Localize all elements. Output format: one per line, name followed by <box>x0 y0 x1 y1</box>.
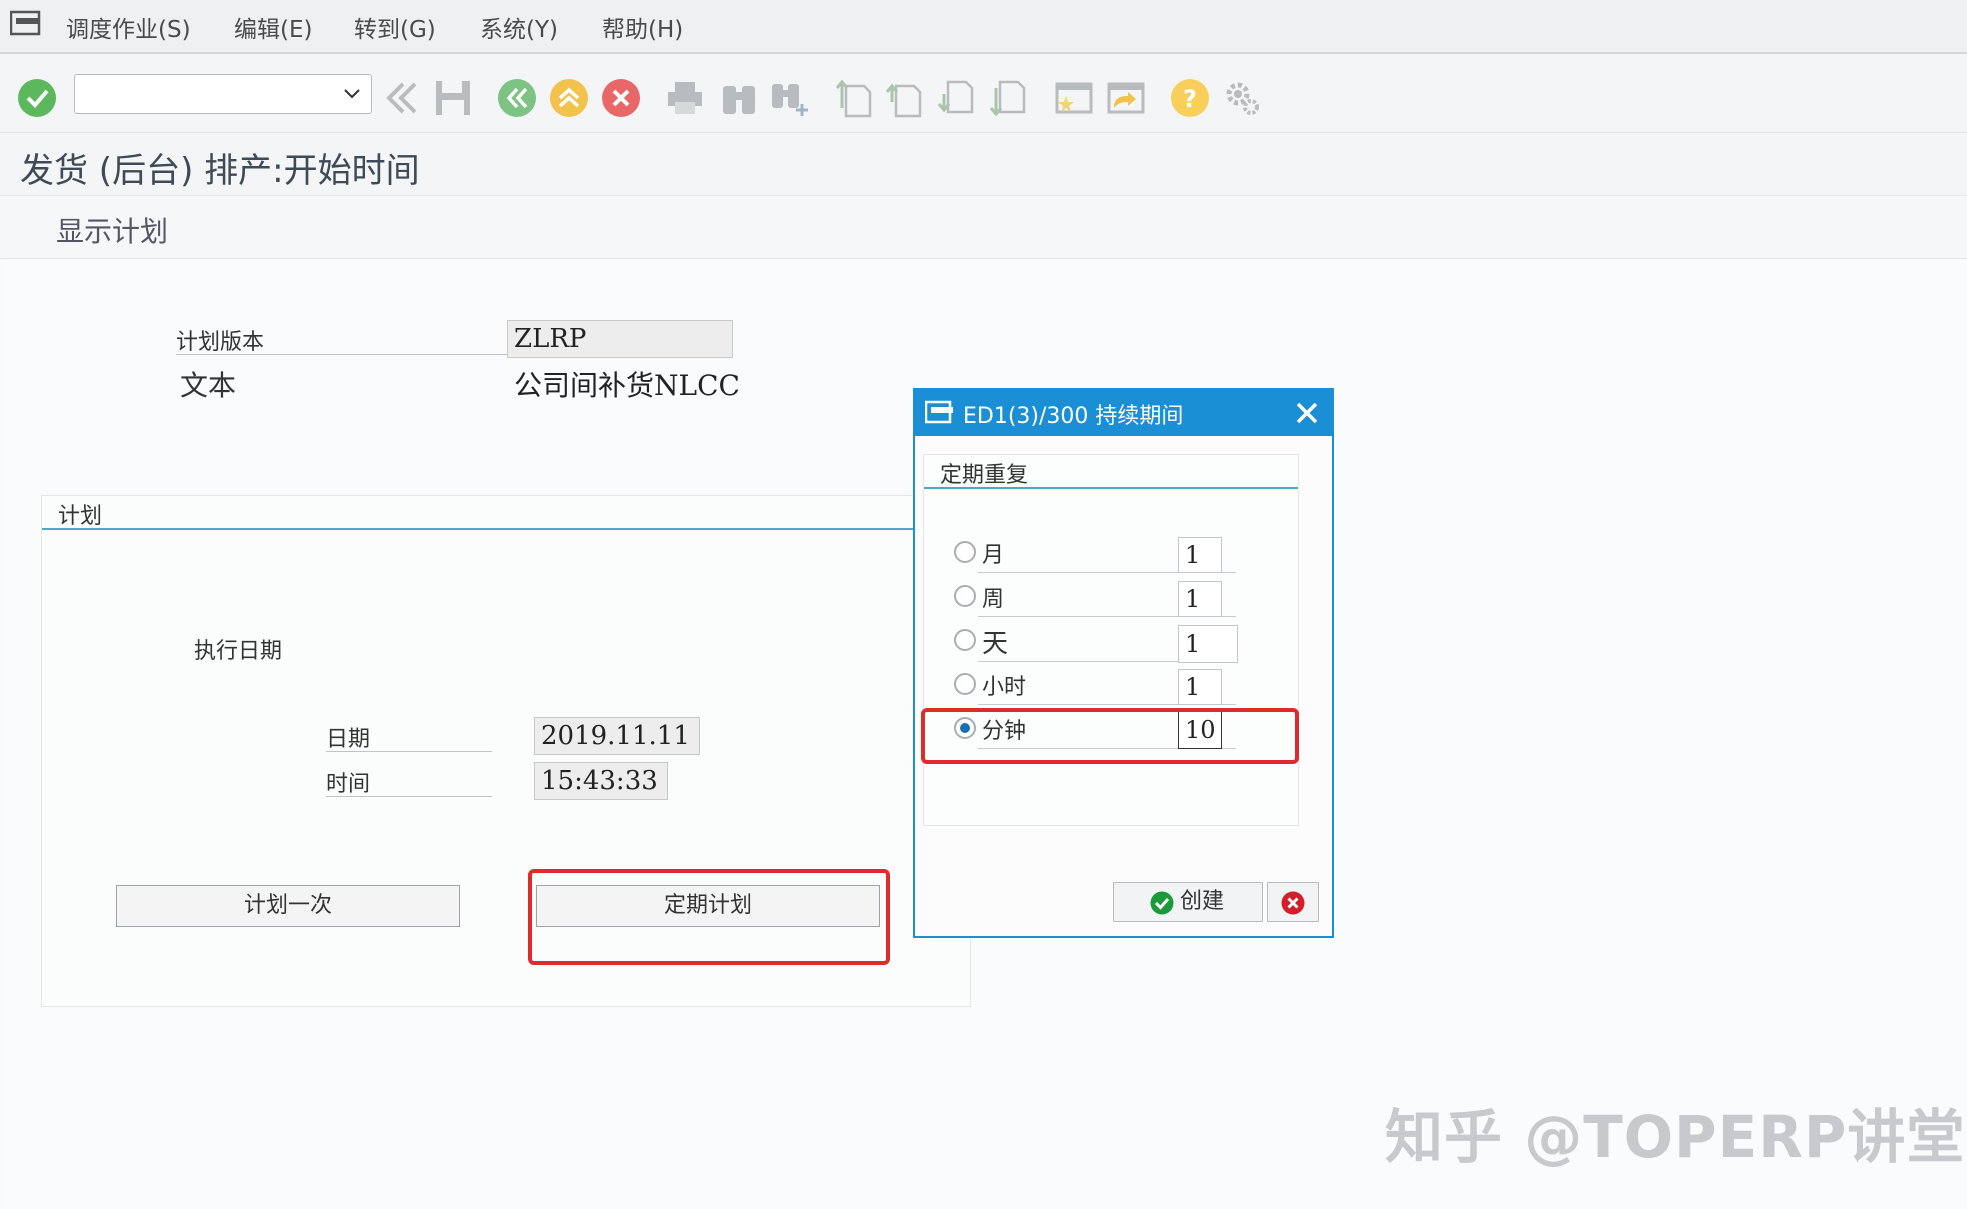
duration-dialog: ED1(3)/300 持续期间 定期重复 月 1 周 1 天 1 小时 1 分钟… <box>913 388 1334 938</box>
text-value: 公司间补货NLCC <box>514 369 740 402</box>
date-field[interactable]: 2019.11.11 <box>534 717 700 755</box>
save-icon[interactable] <box>433 78 473 118</box>
window-icon <box>925 400 953 424</box>
check-icon <box>1150 891 1174 915</box>
dialog-cancel-button[interactable] <box>1267 882 1319 922</box>
create-session-icon[interactable] <box>1054 78 1094 118</box>
time-field[interactable]: 15:43:33 <box>534 762 668 800</box>
command-input[interactable] <box>83 75 337 111</box>
menu-edit[interactable]: 编辑(E) <box>234 10 312 44</box>
next-page-icon[interactable] <box>936 78 976 118</box>
radio-month[interactable] <box>954 541 976 563</box>
month-input[interactable]: 1 <box>1178 537 1222 573</box>
settings-icon[interactable] <box>1222 78 1262 118</box>
chevron-down-icon[interactable] <box>343 85 361 103</box>
menu-bar: 调度作业(S) 编辑(E) 转到(G) 系统(Y) 帮助(H) <box>0 0 1967 54</box>
option-week-label: 周 <box>982 587 1005 612</box>
create-button-label: 创建 <box>1180 889 1225 914</box>
exit-icon[interactable] <box>549 78 589 118</box>
recurrence-group-header: 定期重复 <box>924 455 1298 489</box>
plan-group-header: 计划 <box>42 496 970 530</box>
menu-goto[interactable]: 转到(G) <box>354 10 436 44</box>
find-next-icon[interactable] <box>770 78 810 118</box>
shortcut-icon[interactable] <box>1106 78 1146 118</box>
plan-version-label: 计划版本 <box>176 324 509 355</box>
print-icon[interactable] <box>665 78 705 118</box>
plan-version-field[interactable]: ZLRP <box>507 320 733 358</box>
help-icon[interactable]: ? <box>1170 78 1210 118</box>
svg-text:?: ? <box>1183 85 1197 113</box>
watermark: 知乎 @TOPERP讲堂 <box>1385 1103 1966 1171</box>
first-page-icon[interactable] <box>834 78 874 118</box>
day-input[interactable]: 1 <box>1178 625 1238 663</box>
page-title: 发货 (后台) 排产:开始时间 <box>20 151 420 191</box>
schedule-once-button[interactable]: 计划一次 <box>116 885 460 927</box>
display-plan-button[interactable]: 显示计划 <box>56 210 168 250</box>
cancel-icon <box>1281 891 1305 915</box>
recurrence-group-title: 定期重复 <box>940 463 1029 488</box>
exec-date-heading: 执行日期 <box>194 639 283 664</box>
previous-page-icon[interactable] <box>884 78 924 118</box>
menu-icon[interactable] <box>10 10 44 38</box>
option-hour-label: 小时 <box>982 675 1027 700</box>
plan-group-title: 计划 <box>58 504 103 529</box>
menu-help[interactable]: 帮助(H) <box>602 10 683 44</box>
find-icon[interactable] <box>719 78 759 118</box>
radio-hour[interactable] <box>954 673 976 695</box>
highlight-box-periodic <box>528 869 890 965</box>
application-toolbar: 显示计划 <box>0 196 1967 259</box>
dialog-header: ED1(3)/300 持续期间 <box>915 390 1332 436</box>
menu-schedule-job[interactable]: 调度作业(S) <box>66 10 191 44</box>
close-icon[interactable] <box>1294 400 1320 426</box>
highlight-box-minute <box>921 708 1299 764</box>
toolbar: ? <box>0 54 1967 133</box>
create-button[interactable]: 创建 <box>1113 882 1263 922</box>
dialog-title: ED1(3)/300 持续期间 <box>963 404 1184 429</box>
command-field[interactable] <box>74 74 372 114</box>
text-label: 文本 <box>180 369 237 402</box>
hour-input[interactable]: 1 <box>1178 669 1222 705</box>
title-bar: 发货 (后台) 排产:开始时间 <box>0 133 1967 196</box>
cancel-icon[interactable] <box>601 78 641 118</box>
radio-week[interactable] <box>954 585 976 607</box>
back-green-icon[interactable] <box>497 78 537 118</box>
option-month-label: 月 <box>982 543 1005 568</box>
recurrence-group: 定期重复 月 1 周 1 天 1 小时 1 分钟 10 <box>923 454 1299 826</box>
back-icon[interactable] <box>383 78 423 118</box>
enter-icon[interactable] <box>17 78 57 118</box>
date-label: 日期 <box>326 721 492 752</box>
time-label: 时间 <box>326 766 492 797</box>
radio-day[interactable] <box>954 629 976 651</box>
option-day-label: 天 <box>982 629 1009 659</box>
menu-system[interactable]: 系统(Y) <box>480 10 558 44</box>
week-input[interactable]: 1 <box>1178 581 1222 617</box>
last-page-icon[interactable] <box>988 78 1028 118</box>
